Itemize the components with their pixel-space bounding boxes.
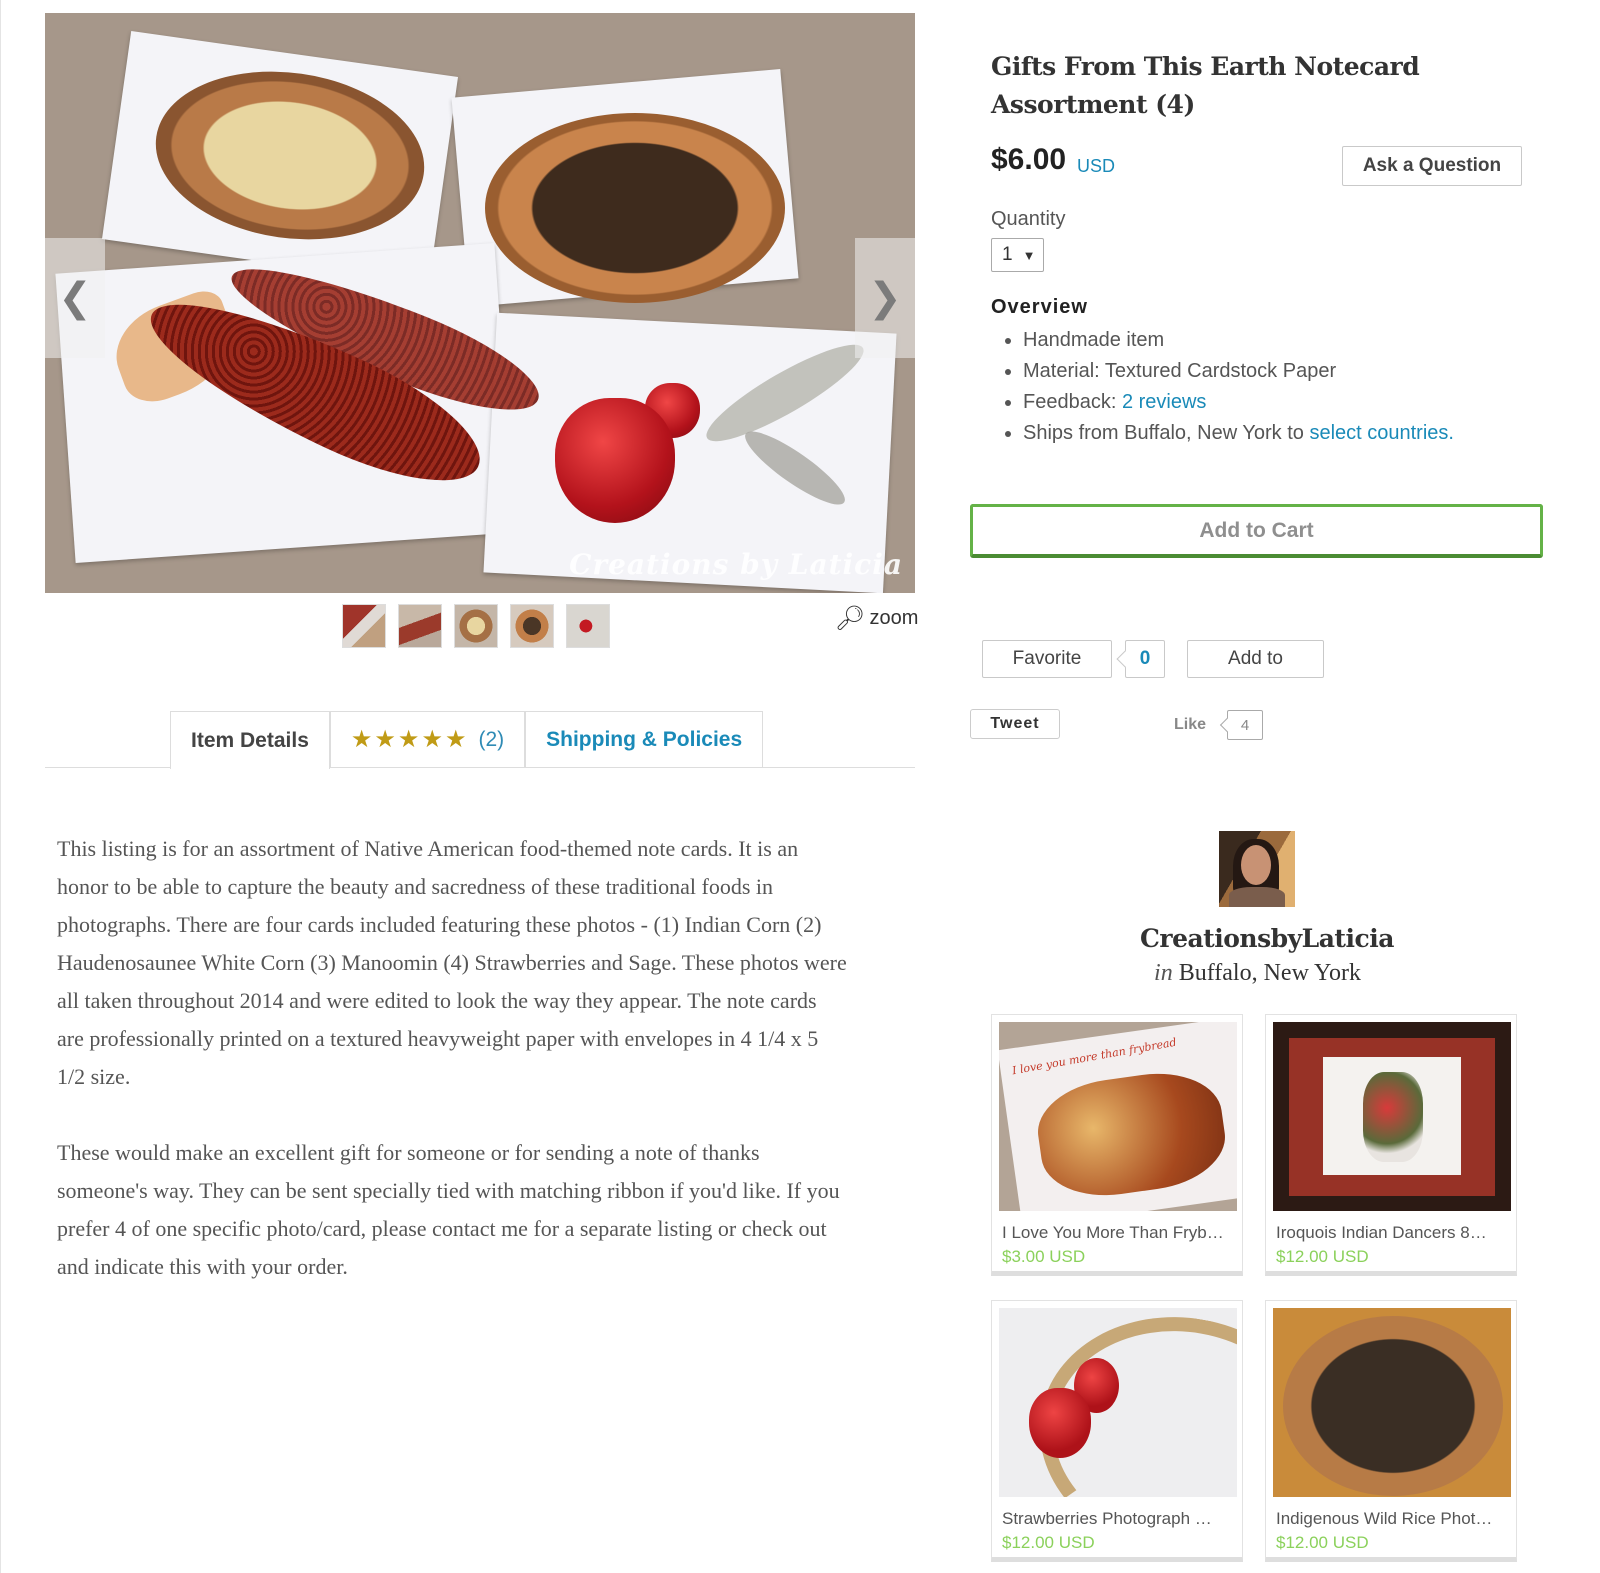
listing-title: Iroquois Indian Dancers 8… (1276, 1223, 1487, 1242)
chevron-left-icon: ❮ (58, 275, 92, 321)
location-text: Buffalo, New York (1178, 960, 1361, 986)
listing-photo: I love you more than frybread (999, 1022, 1237, 1211)
overview-item: Ships from Buffalo, New York to select c… (1023, 418, 1454, 449)
shop-listing-card[interactable]: Iroquois Indian Dancers 8… $12.00 USD (1265, 1014, 1517, 1276)
listing-price: $3.00 USD (1002, 1247, 1086, 1266)
zoom-label: zoom (869, 607, 919, 629)
next-image-button[interactable]: ❯ (855, 238, 915, 358)
overview-list: Handmade item Material: Textured Cardsto… (991, 325, 1454, 449)
thumbnail-5[interactable] (566, 604, 610, 648)
avatar-body (1229, 887, 1285, 907)
tweet-button[interactable]: Tweet (970, 709, 1060, 739)
currency-code[interactable]: USD (1077, 156, 1115, 177)
magnifier-icon: 🔍︎ (835, 605, 866, 632)
listing-photo (999, 1308, 1237, 1497)
overview-item: Material: Textured Cardstock Paper (1023, 356, 1454, 387)
shop-owner-avatar[interactable] (1219, 831, 1295, 907)
overview-text: Feedback: (1023, 391, 1122, 413)
star-rating-icon: ★★★★★ (350, 726, 469, 753)
strawberry (1029, 1388, 1091, 1458)
listing-photo (1273, 1308, 1511, 1497)
quantity-select[interactable]: 1 ▼ (991, 238, 1044, 272)
description-paragraph: These would make an excellent gift for s… (57, 1140, 840, 1279)
like-count: 4 (1227, 710, 1263, 740)
add-to-cart-button[interactable]: Add to Cart (970, 504, 1543, 558)
overview-text: . (1448, 422, 1454, 444)
quantity-value: 1 (1002, 244, 1013, 265)
shop-listing-card[interactable]: Strawberries Photograph … $12.00 USD (991, 1300, 1243, 1562)
listing-photo (1273, 1022, 1511, 1211)
overview-item: Feedback: 2 reviews (1023, 387, 1454, 418)
add-to-list-button[interactable]: Add to (1187, 640, 1324, 678)
wild-rice-basket (485, 113, 785, 303)
listing-price: $6.00 (991, 143, 1067, 176)
listing-title: Strawberries Photograph … (1002, 1509, 1212, 1528)
listing-title: Gifts From This Earth Notecard Assortmen… (991, 52, 1420, 119)
thumbnail-1[interactable] (342, 604, 386, 648)
avatar-face (1241, 845, 1271, 885)
listing-price: $12.00 USD (1276, 1533, 1369, 1552)
like-button[interactable]: Like (1174, 716, 1206, 734)
tab-item-details[interactable]: Item Details (170, 711, 330, 769)
strawberry (555, 398, 675, 523)
review-count: (2) (478, 727, 505, 751)
item-description: This listing is for an assortment of Nat… (57, 830, 847, 1324)
listing-title: Indigenous Wild Rice Phot… (1276, 1509, 1493, 1528)
shop-name-link[interactable]: CreationsbyLaticia (1140, 924, 1394, 953)
thumbnail-strip (342, 604, 610, 648)
listing-price: $12.00 USD (1002, 1533, 1095, 1552)
chevron-right-icon: ❯ (868, 275, 902, 321)
thumbnail-2[interactable] (398, 604, 442, 648)
select-countries-link[interactable]: select countries (1309, 422, 1448, 444)
favorite-button[interactable]: Favorite (982, 640, 1112, 678)
caret-down-icon: ▼ (1022, 247, 1036, 263)
overview-text: Handmade item (1023, 329, 1165, 351)
wild-rice-basket (1283, 1316, 1503, 1496)
thumbnail-3[interactable] (454, 604, 498, 648)
tab-shipping-policies[interactable]: Shipping & Policies (525, 711, 764, 767)
location-prefix: in (1154, 960, 1173, 986)
thumbnail-4[interactable] (510, 604, 554, 648)
shop-listing-card[interactable]: I love you more than frybread I Love You… (991, 1014, 1243, 1276)
favorite-count: 0 (1125, 640, 1165, 678)
main-product-image[interactable]: Creations by Laticia ❮ ❯ (45, 13, 915, 593)
listing-tabs: Item Details ★★★★★ (2) Shipping & Polici… (170, 711, 764, 769)
description-paragraph: This listing is for an assortment of Nat… (57, 836, 847, 1089)
tab-label: Item Details (191, 728, 309, 752)
dancers-figure (1363, 1072, 1423, 1162)
shop-listing-card[interactable]: Indigenous Wild Rice Phot… $12.00 USD (1265, 1300, 1517, 1562)
tab-reviews[interactable]: ★★★★★ (2) (329, 711, 526, 767)
overview-heading: Overview (991, 296, 1088, 318)
overview-item: Handmade item (1023, 325, 1454, 356)
tab-label: Shipping & Policies (546, 727, 743, 751)
ask-question-button[interactable]: Ask a Question (1342, 146, 1522, 186)
previous-image-button[interactable]: ❮ (45, 238, 105, 358)
reviews-link[interactable]: 2 reviews (1122, 391, 1206, 413)
quantity-label: Quantity (991, 208, 1066, 230)
shop-location: in Buffalo, New York (1100, 960, 1415, 987)
page-left-border (0, 0, 1, 1573)
image-watermark: Creations by Laticia (569, 548, 903, 581)
listing-title: I Love You More Than Fryb… (1002, 1223, 1224, 1242)
overview-text: Material: Textured Cardstock Paper (1023, 360, 1337, 382)
listing-price: $12.00 USD (1276, 1247, 1369, 1266)
zoom-button[interactable]: 🔍︎ zoom (835, 604, 918, 633)
overview-text: Ships from Buffalo, New York to (1023, 422, 1310, 444)
